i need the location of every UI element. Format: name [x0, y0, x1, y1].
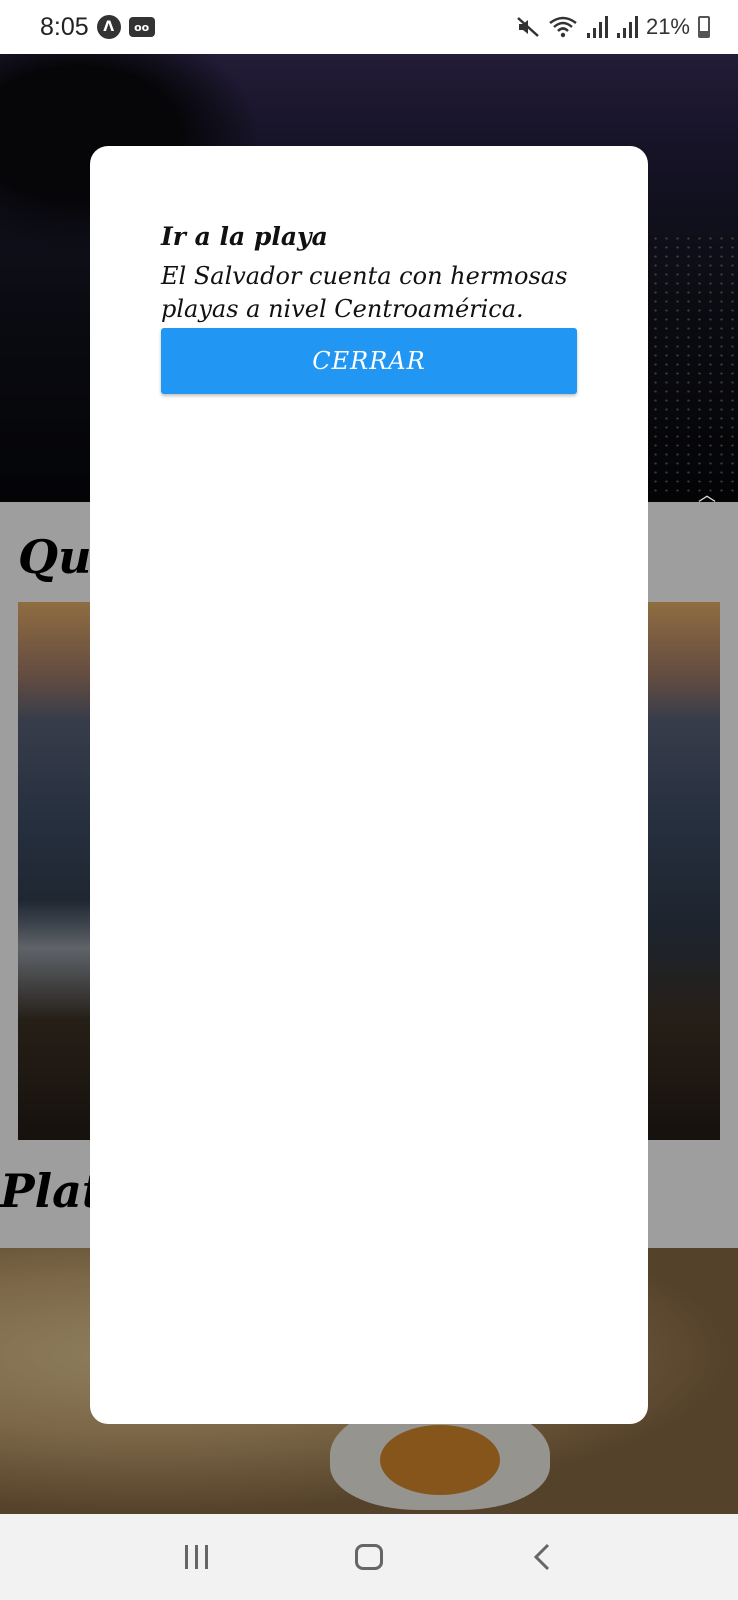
- screen: 8:05 Λ oo 21% ︿ Que Plati Ir a la playa …: [0, 0, 738, 1600]
- chevron-up-icon: ︿: [698, 485, 716, 506]
- dialog-title: Ir a la playa: [161, 222, 328, 251]
- info-dialog: Ir a la playa El Salvador cuenta con her…: [90, 146, 648, 1424]
- mute-icon: [517, 17, 539, 37]
- voicemail-icon: oo: [128, 17, 155, 37]
- signal-icon: [616, 16, 638, 38]
- recents-button[interactable]: [166, 1527, 226, 1587]
- status-right-icons: 21%: [516, 14, 710, 40]
- wifi-icon: [549, 16, 577, 38]
- home-icon: [354, 1544, 383, 1570]
- status-time: 8:05: [40, 12, 89, 41]
- home-button[interactable]: [339, 1527, 399, 1587]
- status-bar: 8:05 Λ oo 21%: [0, 0, 738, 54]
- battery-percent: 21%: [645, 14, 690, 39]
- app-a-badge-icon: Λ: [96, 15, 121, 39]
- back-icon: [533, 1543, 549, 1571]
- recents-icon: [184, 1545, 208, 1569]
- navigation-bar: [0, 1514, 738, 1600]
- battery-icon: [698, 16, 710, 38]
- close-button[interactable]: CERRAR: [161, 328, 577, 394]
- back-button[interactable]: [512, 1527, 572, 1587]
- dialog-body: El Salvador cuenta con hermosas playas a…: [161, 262, 568, 323]
- signal-icon: [586, 16, 608, 38]
